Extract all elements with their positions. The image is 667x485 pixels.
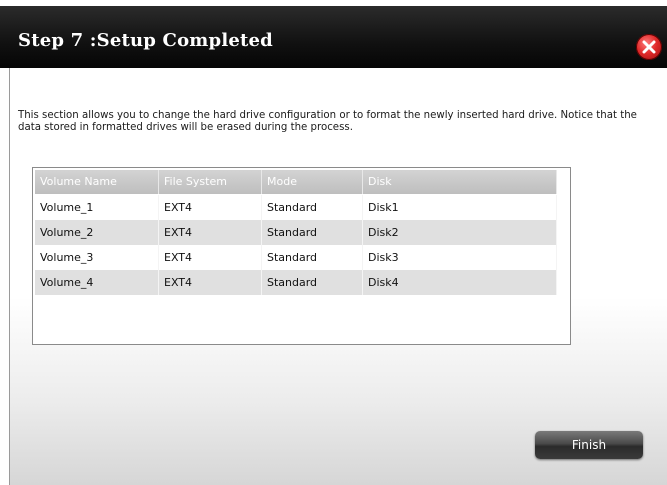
title-bar-top-edge xyxy=(0,0,667,6)
cell-file-system: EXT4 xyxy=(159,220,262,245)
cell-file-system: EXT4 xyxy=(159,195,262,220)
cell-mode: Standard xyxy=(262,245,363,270)
cell-disk: Disk4 xyxy=(363,270,557,295)
table-row[interactable]: Volume_1 EXT4 Standard Disk1 xyxy=(35,195,557,220)
title-bar: Step 7 :Setup Completed xyxy=(0,0,667,68)
close-icon xyxy=(642,40,656,54)
table-header: Volume Name File System Mode Disk xyxy=(35,170,557,194)
cell-file-system: EXT4 xyxy=(159,245,262,270)
cell-mode: Standard xyxy=(262,195,363,220)
cell-disk: Disk2 xyxy=(363,220,557,245)
volume-table: Volume Name File System Mode Disk Volume… xyxy=(32,167,571,345)
setup-wizard-dialog: Step 7 :Setup Completed This section all… xyxy=(0,0,667,485)
dialog-title: Step 7 :Setup Completed xyxy=(18,30,273,51)
description-text: This section allows you to change the ha… xyxy=(18,110,637,133)
cell-volume-name: Volume_2 xyxy=(35,220,159,245)
header-file-system[interactable]: File System xyxy=(159,170,262,194)
cell-disk: Disk3 xyxy=(363,245,557,270)
cell-volume-name: Volume_4 xyxy=(35,270,159,295)
dialog-content: This section allows you to change the ha… xyxy=(9,68,667,485)
table-row[interactable]: Volume_4 EXT4 Standard Disk4 xyxy=(35,270,557,295)
cell-disk: Disk1 xyxy=(363,195,557,220)
header-volume-name[interactable]: Volume Name xyxy=(35,170,159,194)
finish-button[interactable]: Finish xyxy=(535,431,643,459)
close-button[interactable] xyxy=(636,34,662,60)
cell-mode: Standard xyxy=(262,270,363,295)
cell-mode: Standard xyxy=(262,220,363,245)
header-disk[interactable]: Disk xyxy=(363,170,557,194)
cell-file-system: EXT4 xyxy=(159,270,262,295)
table-row[interactable]: Volume_2 EXT4 Standard Disk2 xyxy=(35,220,557,245)
cell-volume-name: Volume_1 xyxy=(35,195,159,220)
cell-volume-name: Volume_3 xyxy=(35,245,159,270)
header-mode[interactable]: Mode xyxy=(262,170,363,194)
table-row[interactable]: Volume_3 EXT4 Standard Disk3 xyxy=(35,245,557,270)
